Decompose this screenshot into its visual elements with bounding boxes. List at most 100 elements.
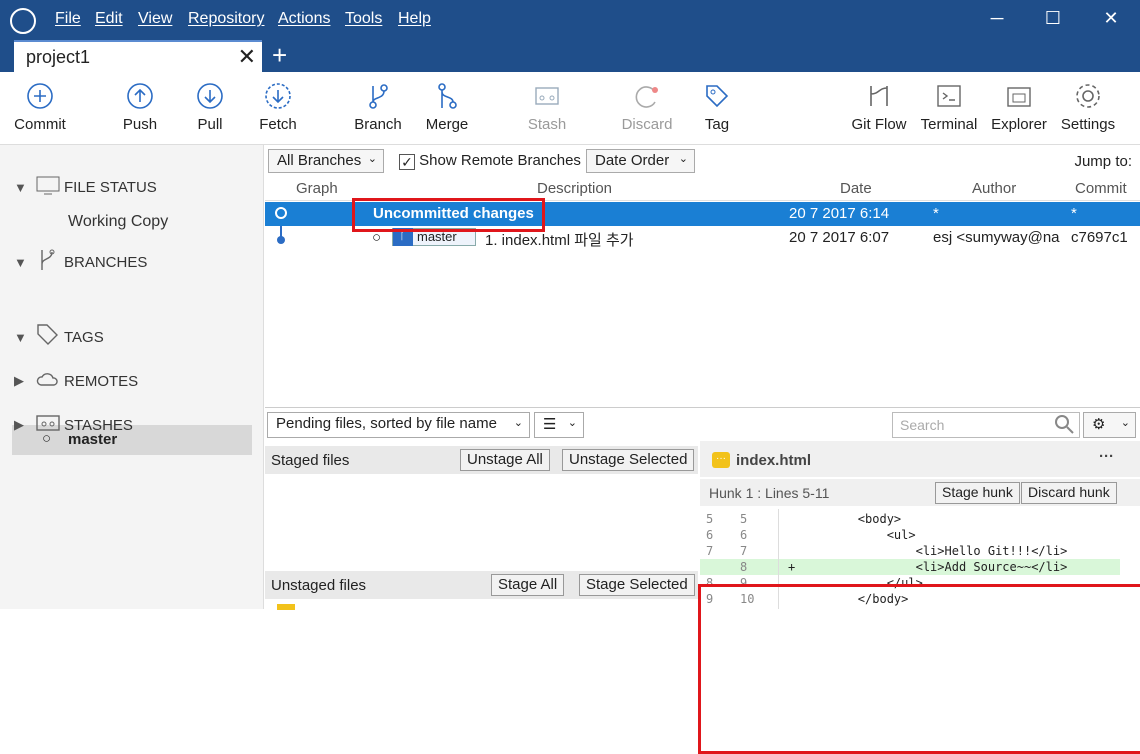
sourcetree-logo-icon [10,8,36,34]
diff-line[interactable]: 6 6 <ul> [700,527,1120,543]
chevron-down-icon: ⌄ [513,417,523,429]
sidebar-item-working-copy[interactable]: Working Copy [68,213,168,231]
cloud-icon [36,370,64,392]
branch-button[interactable]: Branch [350,72,406,145]
settings-button[interactable]: Settings [1058,72,1118,145]
chevron-down-icon: ▼ [14,179,27,195]
explorer-icon [1007,87,1031,107]
tag-icon [706,85,729,108]
chevron-right-icon: ▶ [14,373,24,388]
chevron-right-icon: ▶ [14,417,24,432]
menu-repository[interactable]: Repository [188,10,264,28]
title-bar: File Edit View Repository Actions Tools … [0,0,1140,72]
discard-icon [635,86,658,108]
menu-actions[interactable]: Actions [278,10,330,28]
column-description[interactable]: Description [537,180,612,197]
push-icon [127,83,153,109]
terminal-button[interactable]: Terminal [918,72,980,145]
graph-node-icon [276,226,286,252]
column-commit[interactable]: Commit [1075,180,1127,197]
more-options-icon[interactable]: ··· [1099,448,1114,465]
options-gear-dropdown[interactable]: ⚙ ⌄ [1083,412,1136,438]
maximize-button[interactable]: ☐ [1038,8,1068,29]
tag-icon [36,323,64,351]
branch-icon [369,84,388,109]
hunk-header: Hunk 1 : Lines 5-11 Stage hunk Discard h… [700,479,1140,506]
diff-line[interactable]: 8 + <li>Add Source~~</li> [700,559,1120,575]
column-graph[interactable]: Graph [296,180,338,197]
stash-icon [535,87,559,105]
menu-tools[interactable]: Tools [345,10,382,28]
sidebar-section-file-status[interactable]: ▼ FILE STATUS [0,173,157,201]
sidebar-section-stashes[interactable]: ▶ STASHES [0,411,133,439]
close-window-button[interactable]: ✕ [1096,8,1126,29]
diff-code: <li>Add Source~~</li> [800,560,1068,574]
sidebar-section-branches[interactable]: ▼ BRANCHES [0,248,147,276]
stage-selected-button[interactable]: Stage Selected [579,574,695,596]
chevron-down-icon: ⌄ [678,153,688,165]
list-icon: ☰ [543,416,557,433]
view-mode-dropdown[interactable]: ☰ ⌄ [534,412,584,438]
monitor-icon [36,175,64,199]
order-dropdown[interactable]: Date Order ⌄ [586,149,695,173]
modified-file-icon: ··· [712,452,730,468]
column-date[interactable]: Date [840,180,872,197]
pull-button[interactable]: Pull [185,72,235,145]
highlight-box-uncommitted [352,198,545,232]
old-line-number: 6 [706,528,714,542]
new-line-number: 8 [740,560,748,574]
git-flow-button[interactable]: Git Flow [848,72,910,145]
stash-icon [36,414,64,436]
minimize-button[interactable]: ─ [982,8,1012,29]
explorer-button[interactable]: Explorer [990,72,1048,145]
stage-all-button[interactable]: Stage All [491,574,565,596]
add-tab-button[interactable]: + [272,42,287,68]
checkmark-icon: ✓ [399,154,415,170]
old-line-number: 5 [706,512,714,526]
discard-hunk-button[interactable]: Discard hunk [1021,482,1117,504]
commit-button[interactable]: Commit [10,72,70,145]
graph-node-icon [274,204,288,226]
toolbar: Commit Push Pull Fetch Branch Merge Stas… [0,72,1140,145]
gear-icon [1076,84,1100,108]
column-author[interactable]: Author [972,180,1016,197]
sidebar: ▼ FILE STATUS Working Copy ▼ BRANCHES ○ … [0,145,264,609]
diff-line[interactable]: 5 5 <body> [700,511,1120,527]
main-panel: All Branches ⌄ ✓ Show Remote Branches Dat… [265,145,1140,754]
search-input[interactable]: Search [892,412,1080,438]
stage-hunk-button[interactable]: Stage hunk [935,482,1020,504]
merge-icon [438,83,457,109]
discard-button[interactable]: Discard [617,72,677,145]
tab-close-icon[interactable]: ✕ [238,44,256,70]
chevron-down-icon: ▼ [14,329,27,345]
gear-icon: ⚙ [1092,416,1106,433]
merge-button[interactable]: Merge [420,72,474,145]
push-button[interactable]: Push [115,72,165,145]
tab-label: project1 [26,47,91,67]
old-line-number: 7 [706,544,714,558]
terminal-icon [937,85,961,107]
unstage-selected-button[interactable]: Unstage Selected [562,449,695,471]
menu-edit[interactable]: Edit [95,10,123,28]
menu-help[interactable]: Help [398,10,431,28]
menu-view[interactable]: View [138,10,172,28]
commit-graph: Uncommitted changes 20 7 2017 6:14 * * ○… [265,201,1140,408]
pending-files-pane: Pending files, sorted by file name ⌄ ☰ ⌄ S… [265,408,1140,754]
tab-project1[interactable]: project1 ✕ [14,40,262,72]
menu-file[interactable]: File [55,10,81,28]
sidebar-section-remotes[interactable]: ▶ REMOTES [0,367,138,395]
new-line-number: 7 [740,544,748,558]
branches-filter-dropdown[interactable]: All Branches ⌄ [268,149,384,173]
pending-sort-dropdown[interactable]: Pending files, sorted by file name ⌄ [267,412,530,438]
chevron-down-icon: ▼ [14,254,27,270]
tag-button[interactable]: Tag [695,72,739,145]
stash-button[interactable]: Stash [522,72,572,145]
sidebar-section-tags[interactable]: ▼ TAGS [0,323,104,351]
diff-code: <ul> [800,528,916,542]
unstage-all-button[interactable]: Unstage All [460,449,550,471]
diff-line[interactable]: 7 7 <li>Hello Git!!!</li> [700,543,1120,559]
fetch-button[interactable]: Fetch [253,72,303,145]
diff-code: <body> [800,512,902,526]
show-remote-branches-checkbox[interactable]: ✓ Show Remote Branches [399,152,581,170]
chevron-down-icon: ⌄ [367,153,377,165]
